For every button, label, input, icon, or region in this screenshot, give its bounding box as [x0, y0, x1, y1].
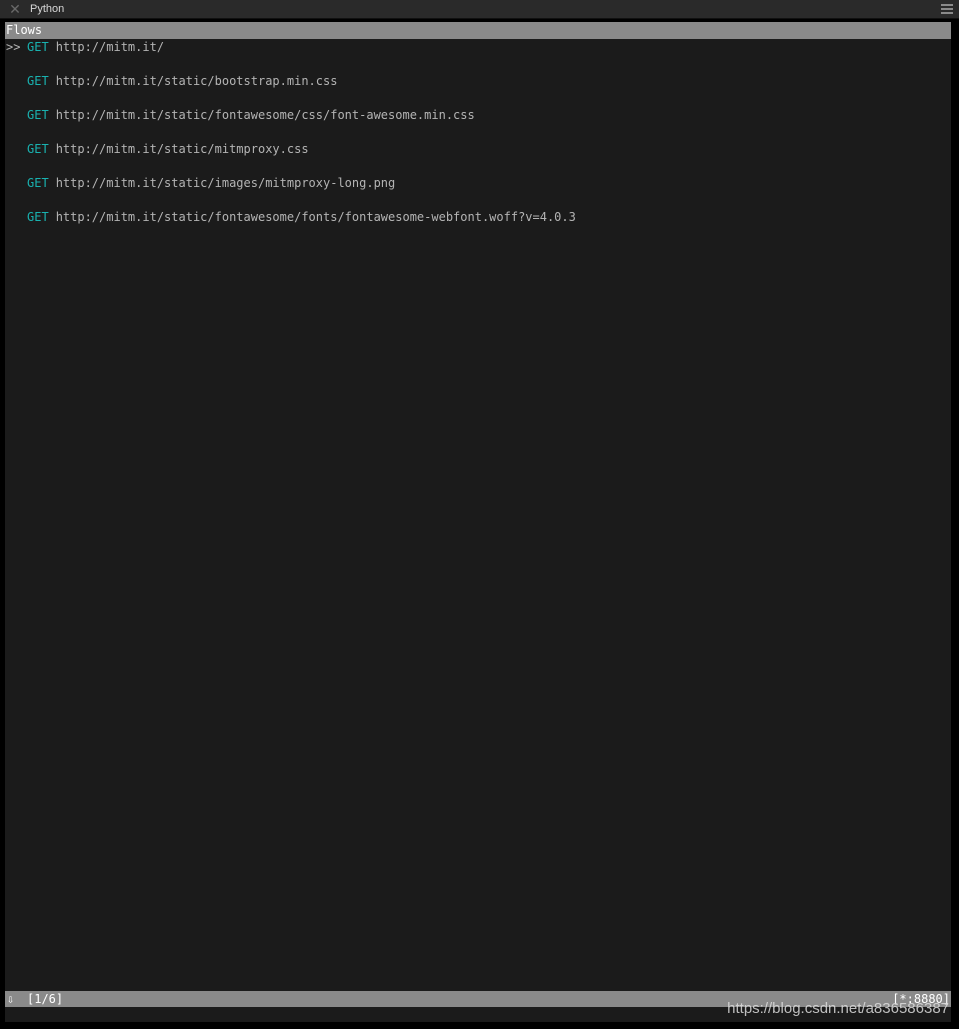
flow-url: http://mitm.it/static/fontawesome/fonts/… — [55, 210, 576, 224]
flow-row[interactable]: GET http://mitm.it/static/bootstrap.min.c… — [5, 73, 951, 90]
flow-method: GET — [27, 74, 49, 88]
flow-method: GET — [27, 40, 49, 54]
window-title: Python — [30, 3, 65, 15]
flow-url: http://mitm.it/static/mitmproxy.css — [55, 142, 309, 156]
flow-url: http://mitm.it/static/images/mitmproxy-l… — [55, 176, 396, 190]
flow-row[interactable]: >> GET http://mitm.it/ — [5, 39, 951, 56]
title-bar: ✕ Python — [0, 0, 959, 19]
selection-cursor: >> — [6, 40, 21, 54]
flow-row[interactable]: GET http://mitm.it/static/mitmproxy.css — [5, 141, 951, 158]
flow-method: GET — [27, 142, 49, 156]
close-icon[interactable]: ✕ — [9, 2, 21, 16]
watermark: https://blog.csdn.net/a836586387 — [727, 1000, 949, 1017]
flow-list[interactable]: >> GET http://mitm.it/ GET http://mitm.it/s… — [5, 39, 951, 243]
flow-count: [1/6] — [27, 992, 64, 1006]
hamburger-menu-icon[interactable] — [941, 4, 953, 14]
flow-method: GET — [27, 176, 49, 190]
flow-row[interactable]: GET http://mitm.it/static/images/mitmprox… — [5, 175, 951, 192]
flow-url: http://mitm.it/static/fontawesome/css/fo… — [55, 108, 475, 122]
flow-row[interactable]: GET http://mitm.it/static/fontawesome/fon… — [5, 209, 951, 226]
flows-header: Flows — [5, 22, 951, 39]
flow-method: GET — [27, 108, 49, 122]
terminal-window: ✕ Python Flows >> GET http://mitm.it/ GET h… — [0, 0, 959, 1029]
flow-url: http://mitm.it/static/bootstrap.min.css — [55, 74, 338, 88]
mitmproxy-console[interactable]: Flows >> GET http://mitm.it/ GET http://mit… — [5, 22, 951, 1022]
down-arrow-icon: ⇩ — [7, 992, 15, 1006]
flow-method: GET — [27, 210, 49, 224]
flow-row[interactable]: GET http://mitm.it/static/fontawesome/css… — [5, 107, 951, 124]
flow-url: http://mitm.it/ — [55, 40, 165, 54]
